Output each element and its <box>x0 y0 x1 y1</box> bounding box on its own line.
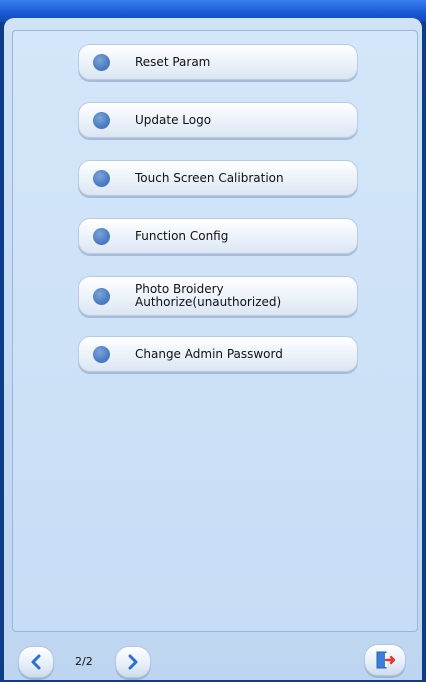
change-admin-password-label: Change Admin Password <box>135 346 283 361</box>
photo-broidery-authorize-label: Photo Broidery Authorize(unauthorized) <box>135 282 282 309</box>
reset-param-button[interactable]: Reset Param <box>78 44 358 80</box>
photo-broidery-authorize-button[interactable]: Photo Broidery Authorize(unauthorized) <box>78 276 358 316</box>
previous-page-button[interactable] <box>18 646 54 678</box>
bullet-icon <box>93 170 110 187</box>
exit-door-icon <box>376 651 396 669</box>
bullet-icon <box>93 288 110 305</box>
touch-screen-calibration-label: Touch Screen Calibration <box>135 170 284 185</box>
update-logo-button[interactable]: Update Logo <box>78 102 358 138</box>
update-logo-label: Update Logo <box>135 112 212 127</box>
bullet-icon <box>93 346 110 363</box>
next-page-button[interactable] <box>115 646 151 678</box>
function-config-button[interactable]: Function Config <box>78 218 358 254</box>
reset-param-label: Reset Param <box>135 54 211 69</box>
bullet-icon <box>93 228 110 245</box>
exit-button[interactable] <box>364 644 406 676</box>
function-config-label: Function Config <box>135 228 229 243</box>
touch-screen-calibration-button[interactable]: Touch Screen Calibration <box>78 160 358 196</box>
chevron-right-icon <box>128 654 138 670</box>
change-admin-password-button[interactable]: Change Admin Password <box>78 336 358 372</box>
bullet-icon <box>93 112 110 129</box>
chevron-left-icon <box>31 654 41 670</box>
page-indicator: 2/2 <box>75 655 93 668</box>
bullet-icon <box>93 54 110 71</box>
